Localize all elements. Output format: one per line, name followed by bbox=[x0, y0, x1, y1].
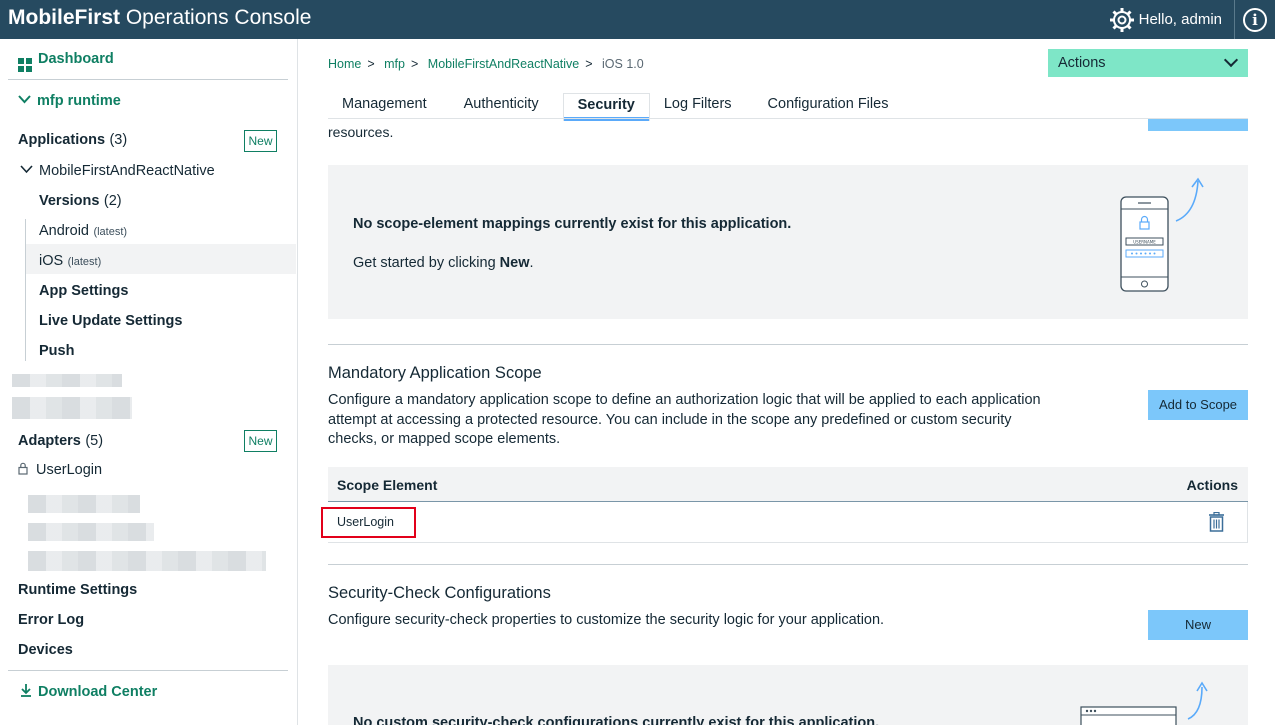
tab-management[interactable]: Management bbox=[328, 93, 441, 121]
nav-app-mobilefirst[interactable]: MobileFirstAndReactNative bbox=[20, 163, 215, 179]
empty-message: No scope-element mappings currently exis… bbox=[353, 216, 792, 232]
redacted-item bbox=[12, 374, 122, 387]
col-scope-element[interactable]: Scope Element bbox=[337, 477, 437, 493]
nav-runtime[interactable]: mfp runtime bbox=[18, 93, 121, 109]
redacted-item bbox=[28, 551, 266, 571]
download-icon bbox=[21, 684, 31, 697]
nav-push[interactable]: Push bbox=[39, 343, 74, 359]
info-button[interactable]: i bbox=[1235, 0, 1275, 39]
nav-ios[interactable]: iOS (latest) bbox=[39, 252, 101, 270]
dashboard-icon bbox=[18, 58, 32, 72]
col-actions: Actions bbox=[1186, 477, 1238, 493]
sidebar: Dashboard mfp runtime Applications (3) N… bbox=[0, 39, 298, 725]
security-check-empty-message: No custom security-check configurations … bbox=[353, 715, 880, 725]
app-title: MobileFirst Operations Console bbox=[8, 6, 312, 29]
nav-versions[interactable]: Versions (2) bbox=[39, 192, 122, 210]
browser-illustration-icon bbox=[1080, 681, 1208, 725]
chevron-down-icon bbox=[20, 165, 33, 174]
breadcrumb-runtime[interactable]: mfp bbox=[384, 57, 405, 71]
nav-android[interactable]: Android (latest) bbox=[39, 222, 127, 240]
user-greeting[interactable]: Hello, admin bbox=[1139, 11, 1222, 28]
section-divider bbox=[328, 564, 1248, 565]
nav-error-log[interactable]: Error Log bbox=[18, 612, 84, 628]
redacted-item bbox=[28, 495, 140, 513]
divider bbox=[8, 79, 288, 80]
nav-adapters[interactable]: Adapters (5) bbox=[18, 432, 103, 450]
phone-username-label: USERNAME bbox=[1133, 240, 1156, 245]
gear-icon[interactable] bbox=[1109, 7, 1135, 33]
scope-mapping-empty-panel: No scope-element mappings currently exis… bbox=[328, 165, 1248, 319]
table-row: UserLogin bbox=[321, 502, 1248, 543]
actions-label: Actions bbox=[1058, 55, 1106, 71]
nav-runtime-settings[interactable]: Runtime Settings bbox=[18, 582, 137, 598]
chevron-down-icon bbox=[1223, 52, 1239, 68]
nav-live-update[interactable]: Live Update Settings bbox=[39, 313, 182, 329]
security-check-description: Configure security-check properties to c… bbox=[328, 612, 885, 628]
redacted-item bbox=[28, 523, 154, 541]
new-adapter-button[interactable]: New bbox=[244, 430, 277, 452]
breadcrumb-home[interactable]: Home bbox=[328, 57, 361, 71]
new-scope-mapping-button[interactable] bbox=[1148, 119, 1248, 131]
empty-hint: Get started by clicking New. bbox=[353, 255, 534, 271]
highlight-box bbox=[321, 507, 416, 538]
trash-icon[interactable] bbox=[1209, 512, 1224, 532]
top-bar: MobileFirst Operations Console Hello, ad… bbox=[0, 0, 1275, 39]
chevron-down-icon bbox=[18, 95, 31, 104]
tree-line bbox=[25, 219, 26, 361]
scope-mapping-description: resources. bbox=[328, 124, 394, 140]
info-icon: i bbox=[1243, 7, 1267, 32]
new-application-button[interactable]: New bbox=[244, 130, 277, 152]
phone-login-illustration-icon: USERNAME bbox=[1120, 177, 1204, 292]
tab-configuration-files[interactable]: Configuration Files bbox=[746, 93, 903, 121]
tab-log-filters[interactable]: Log Filters bbox=[650, 93, 746, 121]
nav-devices[interactable]: Devices bbox=[18, 642, 73, 658]
nav-dashboard[interactable]: Dashboard bbox=[18, 51, 114, 72]
redacted-item bbox=[12, 397, 132, 419]
security-check-title: Security-Check Configurations bbox=[328, 584, 551, 602]
nav-applications[interactable]: Applications (3) bbox=[18, 131, 127, 149]
security-check-empty-panel: No custom security-check configurations … bbox=[328, 665, 1248, 725]
tab-security[interactable]: Security bbox=[562, 93, 650, 121]
main-content: Home > mfp > MobileFirstAndReactNative > iO… bbox=[299, 39, 1275, 725]
section-divider bbox=[328, 344, 1248, 345]
mandatory-scope-description: Configure a mandatory application scope … bbox=[328, 392, 1041, 447]
mandatory-scope-title: Mandatory Application Scope bbox=[328, 364, 542, 382]
lock-icon bbox=[18, 462, 28, 475]
add-to-scope-button[interactable]: Add to Scope bbox=[1148, 390, 1248, 420]
nav-adapter-userlogin[interactable]: UserLogin bbox=[18, 462, 102, 478]
divider bbox=[8, 670, 288, 671]
breadcrumb-application[interactable]: MobileFirstAndReactNative bbox=[428, 57, 579, 71]
breadcrumb: Home > mfp > MobileFirstAndReactNative > iO… bbox=[328, 57, 644, 71]
scope-table-header: Scope Element Actions bbox=[328, 467, 1248, 502]
tab-bar: Management Authenticity Security Log Fil… bbox=[328, 93, 903, 121]
nav-download-center[interactable]: Download Center bbox=[20, 683, 157, 700]
nav-app-settings[interactable]: App Settings bbox=[39, 283, 128, 299]
tab-underline bbox=[328, 118, 1248, 119]
tab-authenticity[interactable]: Authenticity bbox=[441, 93, 553, 121]
breadcrumb-current: iOS 1.0 bbox=[602, 57, 644, 71]
actions-dropdown[interactable]: Actions bbox=[1048, 49, 1248, 77]
new-security-check-button[interactable]: New bbox=[1148, 610, 1248, 640]
